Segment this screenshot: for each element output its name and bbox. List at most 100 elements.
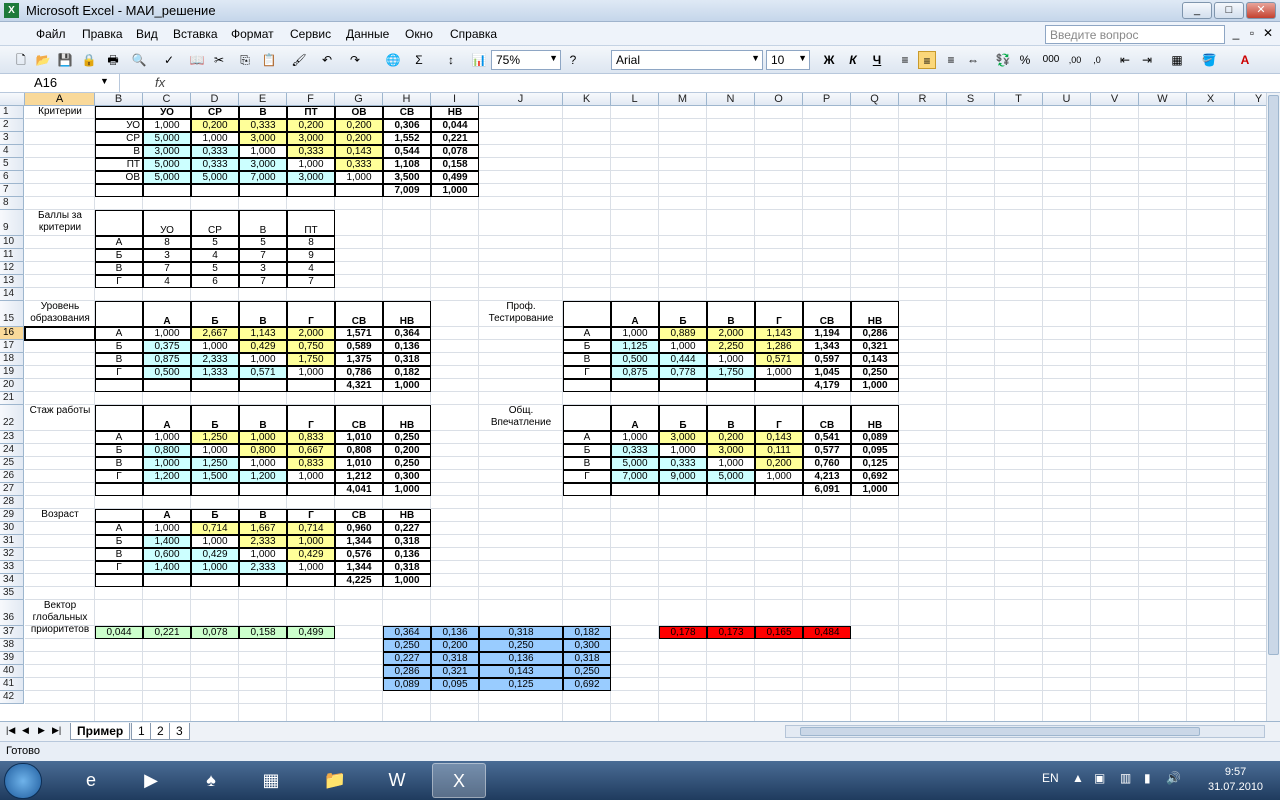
matrix-cell[interactable]: 1,000 <box>755 366 803 379</box>
nv-sum[interactable]: 1,000 <box>431 184 479 197</box>
word-icon[interactable]: W <box>370 763 424 798</box>
save-icon[interactable]: 💾 <box>56 51 74 69</box>
column-header[interactable]: T <box>995 93 1043 106</box>
row-header[interactable]: 24 <box>0 444 24 457</box>
row-header[interactable]: 37 <box>0 626 24 639</box>
matrix-cell[interactable]: 1,000 <box>239 431 287 444</box>
show-hidden-icon[interactable]: ▲ <box>1072 771 1084 785</box>
sv-cell[interactable]: 1,010 <box>335 457 383 470</box>
column-header[interactable]: D <box>191 93 239 106</box>
row-header[interactable]: 16 <box>0 327 24 340</box>
column-label[interactable]: А <box>611 405 659 431</box>
cell[interactable] <box>239 379 287 392</box>
cell[interactable] <box>563 301 611 327</box>
matrix-cell[interactable]: 0,571 <box>755 353 803 366</box>
matrix-cell[interactable]: 7,000 <box>611 470 659 483</box>
matrix-cell[interactable]: 0,111 <box>755 444 803 457</box>
scroll-thumb[interactable] <box>1268 95 1279 655</box>
print-preview-icon[interactable]: 🔍 <box>130 51 148 69</box>
nv-cell[interactable]: 0,158 <box>431 158 479 171</box>
redo-icon[interactable]: ↷ <box>346 51 364 69</box>
row-header[interactable]: 7 <box>0 184 24 197</box>
column-label[interactable]: НВ <box>851 301 899 327</box>
matrix-cell[interactable]: 1,400 <box>143 561 191 574</box>
column-label[interactable]: Г <box>755 301 803 327</box>
row-header[interactable]: 13 <box>0 275 24 288</box>
cell[interactable] <box>239 483 287 496</box>
result-cell[interactable]: 0,484 <box>803 626 851 639</box>
row-label[interactable]: УО <box>95 119 143 132</box>
row-header[interactable]: 23 <box>0 431 24 444</box>
matrix-cell[interactable]: 1,400 <box>143 535 191 548</box>
matrix-cell[interactable]: 9,000 <box>659 470 707 483</box>
row-header[interactable]: 14 <box>0 288 24 301</box>
sv-cell[interactable]: 0,786 <box>335 366 383 379</box>
explorer-icon[interactable]: 📁 <box>308 763 362 798</box>
row-label[interactable]: А <box>95 236 143 249</box>
row-header[interactable]: 28 <box>0 496 24 509</box>
permission-icon[interactable]: 🔒 <box>80 51 98 69</box>
cell[interactable] <box>563 483 611 496</box>
column-label[interactable]: В <box>239 405 287 431</box>
weights-cell[interactable]: 0,318 <box>563 652 611 665</box>
column-label[interactable]: НВ <box>383 405 431 431</box>
nv-cell[interactable]: 0,318 <box>383 535 431 548</box>
matrix-cell[interactable]: 0,800 <box>239 444 287 457</box>
matrix-cell[interactable]: 0,429 <box>191 548 239 561</box>
font-size-select[interactable]: 10 ▼ <box>766 50 810 70</box>
signal-icon[interactable]: ▮ <box>1144 771 1151 785</box>
row-header[interactable]: 29 <box>0 509 24 522</box>
matrix-cell[interactable]: 1,125 <box>611 340 659 353</box>
matrix-cell[interactable]: 0,333 <box>239 119 287 132</box>
row-header[interactable]: 20 <box>0 379 24 392</box>
print-icon[interactable]: 🖶 <box>104 51 122 69</box>
menu-edit[interactable]: Правка <box>82 27 123 41</box>
column-header[interactable]: H <box>383 93 431 106</box>
row-header[interactable]: 9 <box>0 210 24 236</box>
column-label[interactable]: Б <box>191 301 239 327</box>
row-header[interactable]: 35 <box>0 587 24 600</box>
column-label[interactable]: СВ <box>335 405 383 431</box>
fill-color-icon[interactable]: 🪣 <box>1200 51 1218 69</box>
score-cell[interactable]: 7 <box>287 275 335 288</box>
column-header[interactable]: N <box>707 93 755 106</box>
column-header[interactable]: S <box>947 93 995 106</box>
prev-sheet-icon[interactable]: ◀ <box>22 725 29 736</box>
result-cell[interactable]: 0,178 <box>659 626 707 639</box>
column-label[interactable]: А <box>143 405 191 431</box>
nv-cell[interactable]: 0,321 <box>851 340 899 353</box>
nv-cell[interactable]: 0,300 <box>383 470 431 483</box>
nv-cell[interactable]: 0,250 <box>383 431 431 444</box>
cell[interactable] <box>755 483 803 496</box>
column-label[interactable]: СВ <box>335 509 383 522</box>
column-label[interactable]: Г <box>287 405 335 431</box>
hyperlink-icon[interactable]: 🌐 <box>384 51 402 69</box>
nv-cell[interactable]: 0,692 <box>851 470 899 483</box>
row-header[interactable]: 18 <box>0 353 24 366</box>
weights-cell[interactable]: 0,321 <box>431 665 479 678</box>
calculator-icon[interactable]: ▦ <box>244 763 298 798</box>
score-cell[interactable]: 5 <box>239 236 287 249</box>
row-label[interactable]: Б <box>563 340 611 353</box>
matrix-cell[interactable]: 1,250 <box>191 431 239 444</box>
column-header[interactable]: K <box>563 93 611 106</box>
matrix-cell[interactable]: 1,000 <box>143 119 191 132</box>
matrix-cell[interactable]: 1,000 <box>611 327 659 340</box>
sv-cell[interactable]: 0,597 <box>803 353 851 366</box>
weights-cell[interactable]: 0,125 <box>479 678 563 691</box>
score-cell[interactable]: 8 <box>143 236 191 249</box>
matrix-cell[interactable]: 1,000 <box>287 158 335 171</box>
nv-cell[interactable]: 0,227 <box>383 522 431 535</box>
matrix-cell[interactable]: 2,333 <box>191 353 239 366</box>
sheet-tab-2[interactable]: 2 <box>150 723 171 740</box>
row-label[interactable]: А <box>563 327 611 340</box>
nv-cell[interactable]: 0,364 <box>383 327 431 340</box>
matrix-cell[interactable]: 0,429 <box>239 340 287 353</box>
sv-cell[interactable]: 0,808 <box>335 444 383 457</box>
column-label[interactable]: Б <box>659 301 707 327</box>
weights-cell[interactable]: 0,136 <box>431 626 479 639</box>
matrix-cell[interactable]: 5,000 <box>707 470 755 483</box>
increase-indent-icon[interactable]: ⇥ <box>1138 51 1156 69</box>
row-header[interactable]: 25 <box>0 457 24 470</box>
matrix-cell[interactable]: 1,000 <box>191 535 239 548</box>
